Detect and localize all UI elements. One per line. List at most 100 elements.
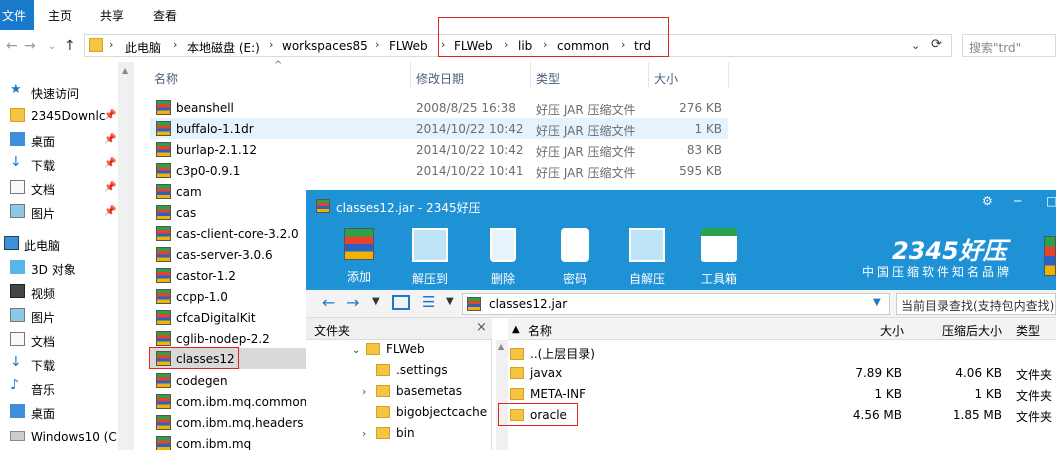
file-row[interactable]: cas-client-core-3.2.0 — [150, 223, 306, 244]
breadcrumb-this-pc[interactable]: 此电脑 — [125, 39, 161, 56]
extract-to-button[interactable]: 解压到 — [400, 228, 460, 287]
sidebar-item-downloads-2[interactable]: ↓ 下载 — [0, 352, 118, 376]
archive-row-parent[interactable]: ..(上层目录) — [508, 342, 1056, 363]
file-row[interactable]: burlap-2.1.12 2014/10/22 10:42 好压 JAR 压缩文件… — [150, 139, 728, 160]
file-row[interactable]: castor-1.2 — [150, 265, 306, 286]
recent-dropdown-icon[interactable]: ⌄ — [48, 41, 56, 52]
minimize-icon[interactable]: ─ — [1014, 194, 1021, 208]
breadcrumb-workspaces85[interactable]: workspaces85 — [282, 39, 368, 53]
haozip-search-input[interactable]: 当前目录查找(支持包内查找) — [896, 293, 1056, 315]
back-icon[interactable]: ← — [6, 38, 18, 54]
file-row[interactable]: com.ibm.mq.commons — [150, 391, 306, 412]
sidebar-item-documents-2[interactable]: 文档 — [0, 328, 118, 352]
pin-icon[interactable]: 📌 — [104, 134, 116, 145]
sidebar-item-pictures[interactable]: 图片 📌 — [0, 200, 118, 224]
settings-icon[interactable]: ⚙ — [982, 194, 993, 208]
tree-node-settings[interactable]: .settings — [362, 363, 448, 384]
file-row[interactable]: cas-server-3.0.6 — [150, 244, 306, 265]
sidebar-item-desktop-2[interactable]: 桌面 — [0, 400, 118, 424]
chevron-right-icon[interactable]: › — [362, 385, 376, 398]
sidebar-item-this-pc[interactable]: 此电脑 — [0, 232, 118, 256]
chevron-down-icon[interactable]: ⌄ — [352, 345, 366, 356]
tree-node-basemetas[interactable]: › basemetas — [362, 384, 462, 405]
tab-file[interactable]: 文件 — [0, 0, 34, 30]
archive-row-javax[interactable]: javax 7.89 KB 4.06 KB 文件夹 — [508, 363, 1056, 384]
add-button[interactable]: 添加 — [329, 228, 389, 285]
tree-scrollbar[interactable]: ▲ — [496, 340, 508, 450]
file-row[interactable]: com.ibm.mq.headers — [150, 412, 306, 433]
pin-icon[interactable]: 📌 — [104, 158, 116, 169]
column-header-name[interactable]: 名称 — [528, 322, 552, 339]
tab-view[interactable]: 查看 — [153, 7, 177, 24]
chevron-right-icon[interactable]: › — [362, 427, 376, 440]
file-row[interactable]: cfcaDigitalKit — [150, 307, 306, 328]
sidebar-item-music[interactable]: ♪ 音乐 — [0, 376, 118, 400]
file-row[interactable]: beanshell 2008/8/25 16:38 好压 JAR 压缩文件 276 K… — [150, 97, 728, 118]
up-folder-icon[interactable] — [392, 295, 410, 310]
tab-home[interactable]: 主页 — [48, 7, 72, 24]
sidebar-scrollbar[interactable]: ▲ — [118, 62, 134, 450]
tree-node-bigobjectcache[interactable]: bigobjectcache — [362, 405, 492, 426]
haozip-title-bar[interactable]: classes12.jar - 2345好压 ⚙ ─ □ — [306, 190, 1056, 222]
column-divider[interactable] — [410, 62, 411, 88]
file-row[interactable]: cglib-nodep-2.2 — [150, 328, 306, 349]
toolbox-button[interactable]: 工具箱 — [689, 228, 749, 287]
file-row[interactable]: ccpp-1.0 — [150, 286, 306, 307]
sidebar-item-documents[interactable]: 文档 📌 — [0, 176, 118, 200]
sidebar-item-2345download[interactable]: 2345Downlc 📌 — [0, 104, 118, 128]
maximize-icon[interactable]: □ — [1046, 194, 1056, 208]
sidebar-item-quick-access[interactable]: ★ 快速访问 — [0, 80, 118, 104]
column-header-size[interactable]: 大小 — [654, 70, 678, 87]
column-divider[interactable] — [530, 62, 531, 88]
password-button[interactable]: 密码 — [545, 228, 605, 287]
column-header-size[interactable]: 大小 — [880, 322, 904, 339]
pin-icon[interactable]: 📌 — [104, 182, 116, 193]
archive-row-oracle[interactable]: oracle 4.56 MB 1.85 MB 文件夹 — [508, 405, 1056, 426]
list-view-icon[interactable]: ☰ — [422, 293, 435, 311]
delete-button[interactable]: 删除 — [473, 228, 533, 287]
haozip-path-field[interactable]: classes12.jar ▼ — [462, 293, 890, 315]
search-input[interactable]: 搜索"trd" — [962, 34, 1056, 57]
sidebar-item-pictures-2[interactable]: 图片 — [0, 304, 118, 328]
column-divider[interactable] — [648, 62, 649, 88]
archive-row-meta-inf[interactable]: META-INF 1 KB 1 KB 文件夹 — [508, 384, 1056, 405]
column-header-date[interactable]: 修改日期 — [416, 70, 464, 87]
back-icon[interactable]: ← — [322, 293, 335, 312]
chevron-up-icon[interactable]: ▲ — [498, 342, 504, 351]
breadcrumb-flweb[interactable]: FLWeb — [389, 39, 428, 53]
file-row[interactable]: cas — [150, 202, 306, 223]
sidebar-item-videos[interactable]: 视频 — [0, 280, 118, 304]
column-header-type[interactable]: 类型 — [1016, 322, 1040, 339]
tree-node-flweb[interactable]: ⌄ FLWeb — [352, 342, 425, 363]
tree-node-bin[interactable]: › bin — [362, 426, 415, 447]
sidebar-item-downloads[interactable]: ↓ 下载 📌 — [0, 152, 118, 176]
breadcrumb-drive[interactable]: 本地磁盘 (E:) — [187, 39, 260, 56]
chevron-down-icon[interactable]: ▼ — [446, 296, 454, 307]
pin-icon[interactable]: 📌 — [104, 206, 116, 217]
self-extract-button[interactable]: 自解压 — [617, 228, 677, 287]
forward-icon[interactable]: → — [346, 293, 359, 312]
column-divider[interactable] — [728, 62, 729, 88]
chevron-down-icon[interactable]: ▼ — [372, 296, 380, 307]
chevron-down-icon[interactable]: ▼ — [873, 297, 881, 308]
sidebar-item-desktop[interactable]: 桌面 📌 — [0, 128, 118, 152]
highlight-box-oracle — [498, 403, 578, 426]
chevron-up-icon[interactable]: ▲ — [122, 66, 128, 75]
file-row[interactable]: com.ibm.mq — [150, 433, 306, 450]
chevron-down-icon[interactable]: ⌄ — [911, 39, 920, 52]
tab-share[interactable]: 共享 — [100, 7, 124, 24]
refresh-icon[interactable]: ⟳ — [931, 37, 942, 52]
column-header-type[interactable]: 类型 — [536, 70, 560, 87]
file-row-hovered[interactable]: buffalo-1.1dr 2014/10/22 10:42 好压 JAR 压缩文件… — [150, 118, 728, 139]
sidebar-item-windows10[interactable]: Windows10 (C: — [0, 425, 121, 449]
folder-icon — [376, 406, 390, 418]
sidebar-item-3d-objects[interactable]: 3D 对象 — [0, 256, 118, 280]
file-row[interactable]: codegen — [150, 370, 306, 391]
up-icon[interactable]: ↑ — [64, 38, 76, 54]
pin-icon[interactable]: 📌 — [104, 110, 116, 121]
file-row[interactable]: c3p0-0.9.1 2014/10/22 10:41 好压 JAR 压缩文件 595… — [150, 160, 728, 181]
column-header-name[interactable]: 名称 — [154, 70, 178, 87]
close-icon[interactable]: × — [476, 320, 487, 335]
column-header-compressed-size[interactable]: 压缩后大小 — [942, 322, 1002, 339]
forward-icon[interactable]: → — [24, 38, 36, 54]
